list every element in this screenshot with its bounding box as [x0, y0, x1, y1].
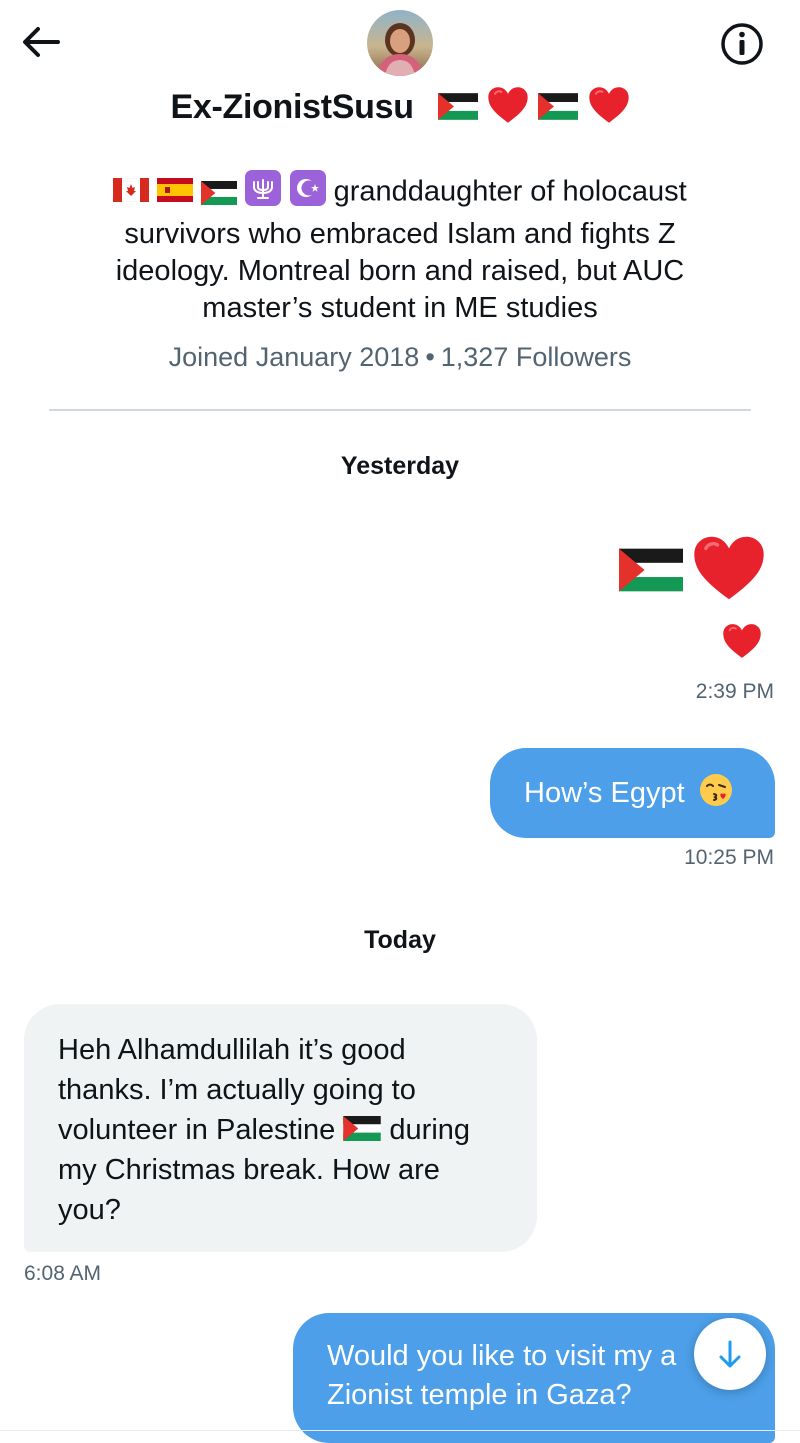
kissing-face-icon	[699, 773, 733, 818]
followers-count[interactable]: 1,327 Followers	[441, 342, 632, 372]
avatar[interactable]	[367, 10, 433, 76]
arrow-left-icon	[23, 27, 60, 57]
message-bubble-outgoing[interactable]: How’s Egypt	[490, 748, 775, 838]
divider	[49, 409, 751, 411]
red-heart-icon	[588, 86, 630, 124]
red-heart-reaction-icon[interactable]	[722, 622, 762, 665]
profile-display-name: Ex-ZionistSusu	[0, 86, 800, 127]
arrow-down-icon	[719, 1340, 741, 1368]
canada-flag-icon	[113, 175, 150, 212]
palestine-flag-icon	[538, 93, 578, 120]
profile-bio: granddaughter of holocaust survivors who…	[80, 170, 720, 327]
message-timestamp: 2:39 PM	[695, 680, 774, 703]
joined-date: Joined January 2018	[168, 342, 420, 372]
message-text: Would you like to visit my a Zionist tem…	[327, 1337, 676, 1415]
palestine-flag-icon	[201, 181, 237, 205]
message-line: thanks. I’m actually going to	[58, 1074, 416, 1106]
message-text: How’s Egypt	[524, 777, 685, 809]
message-timestamp: 6:08 AM	[24, 1262, 102, 1285]
message-line-part: volunteer in Palestine	[58, 1114, 336, 1146]
message-line: my Christmas break. How are	[58, 1154, 440, 1186]
red-heart-icon	[487, 86, 529, 124]
star-and-crescent-icon	[289, 170, 326, 216]
message-line: Heh Alhamdullilah it’s good	[58, 1034, 406, 1066]
message-text: Heh Alhamdullilah it’s good thanks. I’m …	[58, 1030, 470, 1230]
scroll-to-bottom-button[interactable]	[694, 1318, 766, 1390]
meta-separator: •	[425, 342, 435, 372]
palestine-flag-icon	[438, 93, 478, 120]
back-button[interactable]	[18, 20, 66, 64]
message-line: you?	[58, 1194, 121, 1226]
conversation-info-button[interactable]	[718, 20, 766, 68]
message-line-part: during	[389, 1114, 471, 1146]
spain-flag-icon	[157, 175, 194, 212]
message-line: Zionist temple in Gaza?	[327, 1379, 632, 1411]
menorah-icon	[245, 170, 282, 216]
profile-meta: Joined January 2018 • 1,327 Followers	[0, 342, 800, 373]
bottom-divider	[0, 1430, 800, 1431]
info-icon	[721, 23, 763, 65]
display-name-text: Ex-ZionistSusu	[170, 88, 414, 126]
bio-text-line1: granddaughter of holocaust	[333, 175, 687, 208]
date-separator-today: Today	[364, 926, 436, 954]
bio-text-rest: survivors who embraced Islam and fights …	[115, 218, 685, 324]
message-timestamp: 10:25 PM	[684, 846, 774, 869]
red-heart-icon[interactable]	[692, 534, 766, 607]
message-bubble-incoming[interactable]: Heh Alhamdullilah it’s good thanks. I’m …	[24, 1004, 537, 1252]
palestine-flag-icon[interactable]	[619, 548, 683, 597]
date-separator-yesterday: Yesterday	[340, 452, 460, 480]
message-line: Would you like to visit my a	[327, 1340, 677, 1372]
palestine-flag-icon	[343, 1116, 381, 1141]
message-line: volunteer in Palestine during	[58, 1110, 470, 1150]
